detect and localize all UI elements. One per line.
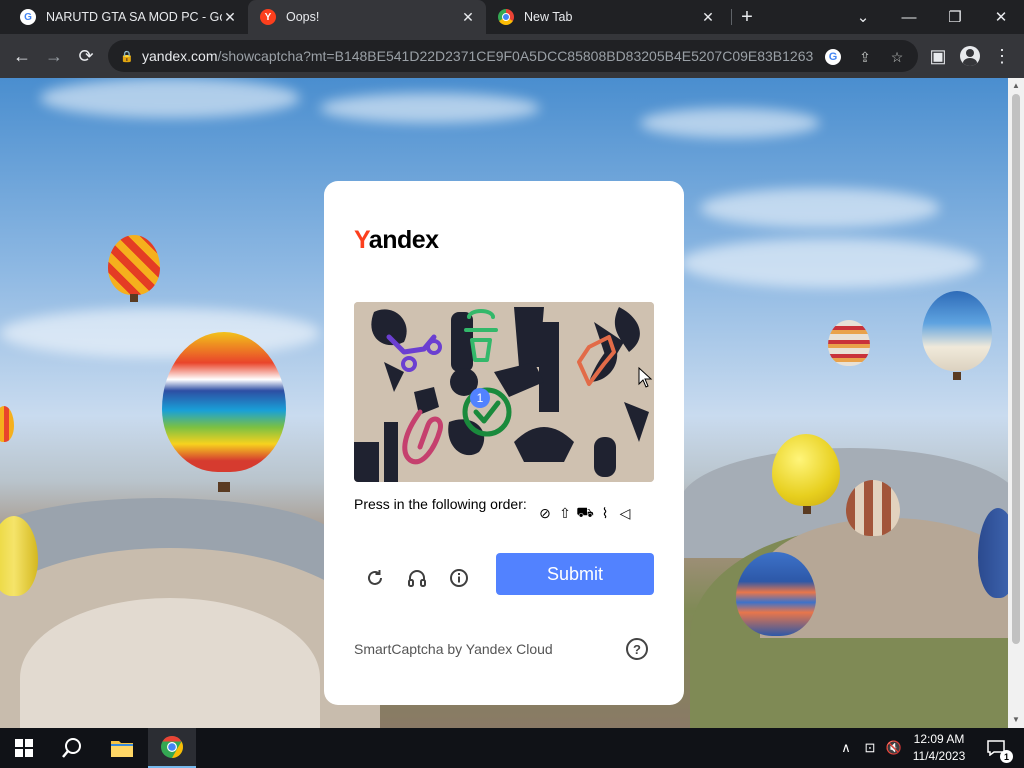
chrome-icon — [161, 736, 183, 758]
hot-air-balloon — [828, 320, 870, 366]
info-button[interactable] — [444, 563, 474, 593]
captcha-card: Yandex 1 Press in the following order: ⊘… — [324, 181, 684, 705]
search-button[interactable] — [48, 728, 96, 768]
cloud — [0, 308, 320, 358]
profile-button[interactable] — [956, 42, 984, 70]
page-scrollbar[interactable]: ▲ ▼ — [1008, 78, 1024, 728]
balloon-basket — [803, 506, 811, 514]
submit-button[interactable]: Submit — [496, 553, 654, 595]
hot-air-balloon — [736, 552, 816, 636]
folder-icon — [111, 741, 133, 757]
tab-title: New Tab — [524, 10, 573, 24]
hot-air-balloon — [922, 291, 992, 371]
restore-button[interactable]: ❐ — [932, 0, 978, 34]
refresh-icon — [368, 570, 382, 585]
share-icon[interactable]: ⇪ — [854, 46, 876, 68]
captcha-footer: SmartCaptcha by Yandex Cloud — [354, 641, 553, 657]
captcha-picture: 1 — [354, 302, 654, 482]
chrome-taskbar-button[interactable] — [148, 728, 196, 768]
balloon-basket — [218, 482, 230, 492]
bookmark-star-icon[interactable]: ☆ — [886, 46, 908, 68]
tab-strip: G NARUTD GTA SA MOD PC - Goo ✕ Y Oops! ✕… — [0, 0, 1024, 34]
close-tab-icon[interactable]: ✕ — [222, 9, 238, 25]
side-panel-button[interactable]: ▣ — [924, 42, 952, 70]
reload-button[interactable]: ⟳ — [72, 42, 100, 70]
lock-icon[interactable]: 🔒 — [120, 49, 134, 63]
paperclip-icon: ⌇ — [601, 504, 609, 521]
speaker-icon: ◁ — [619, 504, 631, 521]
back-button[interactable]: ← — [8, 42, 36, 70]
menu-button[interactable]: ⋮ — [988, 42, 1016, 70]
yandex-icon: Y — [260, 9, 276, 25]
notification-count-badge: 1 — [1000, 750, 1013, 763]
up-arrow-icon: ⇧ — [559, 504, 571, 521]
close-window-button[interactable]: ✕ — [978, 0, 1024, 34]
audio-button[interactable] — [402, 563, 432, 593]
tab-new-tab[interactable]: New Tab ✕ — [486, 0, 726, 34]
tab-title: Oops! — [286, 10, 320, 24]
url-path: /showcaptcha?mt=B148BE541D22D2371CE9F0A5… — [217, 48, 814, 64]
forward-button[interactable]: → — [40, 42, 68, 70]
cloud — [700, 188, 940, 228]
close-tab-icon[interactable]: ✕ — [700, 9, 716, 25]
file-explorer-button[interactable] — [98, 728, 146, 768]
search-icon — [62, 738, 81, 758]
clock-time: 12:09 AM — [913, 732, 965, 746]
balloon-basket — [953, 372, 961, 380]
google-icon: G — [20, 9, 36, 25]
profile-icon — [960, 46, 980, 66]
balloon-basket — [130, 294, 138, 302]
hot-air-balloon — [846, 480, 900, 536]
network-icon[interactable]: ⊡ — [860, 738, 880, 758]
stroller-icon: ⛟ — [576, 503, 594, 520]
cloud — [680, 238, 980, 288]
show-hidden-icons-button[interactable]: ∧ — [836, 738, 856, 758]
captcha-instruction: Press in the following order: — [354, 496, 527, 512]
new-tab-button[interactable]: + — [736, 6, 758, 28]
windows-logo-icon — [15, 739, 33, 757]
cloud — [320, 93, 540, 123]
refresh-button[interactable] — [360, 563, 390, 593]
info-icon — [450, 569, 468, 587]
hot-air-balloon — [0, 406, 14, 442]
tab-oops[interactable]: Y Oops! ✕ — [248, 0, 486, 34]
windows-taskbar: ∧ ⊡ 🔇 12:09 AM 11/4/2023 1 — [0, 728, 1024, 768]
cloud — [640, 108, 820, 138]
tab-title: NARUTD GTA SA MOD PC - Goo — [46, 10, 222, 24]
scroll-up-icon[interactable]: ▲ — [1012, 82, 1020, 90]
captcha-image[interactable]: 1 — [354, 302, 654, 482]
tab-naruto[interactable]: G NARUTD GTA SA MOD PC - Goo ✕ — [8, 0, 248, 34]
cloud — [40, 78, 300, 118]
url-text[interactable]: yandex.com/showcaptcha?mt=B148BE541D22D2… — [142, 48, 814, 64]
yandex-logo: Yandex — [354, 226, 439, 254]
google-icon: G — [825, 49, 841, 65]
minimize-button[interactable]: — — [886, 0, 932, 34]
scrollbar-thumb[interactable] — [1012, 94, 1020, 644]
tab-search-button[interactable]: ⌄ — [840, 0, 886, 34]
compass-icon: ⊘ — [539, 504, 551, 521]
hot-air-balloon — [772, 434, 840, 506]
chrome-icon — [498, 9, 514, 25]
start-button[interactable] — [0, 728, 48, 768]
tab-divider — [731, 9, 732, 25]
volume-muted-icon[interactable]: 🔇 — [884, 738, 904, 758]
hot-air-balloon — [108, 235, 160, 295]
address-bar[interactable]: 🔒 yandex.com/showcaptcha?mt=B148BE541D22… — [108, 40, 918, 72]
system-clock[interactable]: 12:09 AM 11/4/2023 — [904, 731, 974, 765]
hot-air-balloon — [162, 332, 286, 472]
browser-toolbar: ← → ⟳ 🔒 yandex.com/showcaptcha?mt=B148BE… — [0, 34, 1024, 78]
close-tab-icon[interactable]: ✕ — [460, 9, 476, 25]
click-marker-number: 1 — [477, 391, 484, 405]
clock-date: 11/4/2023 — [912, 749, 966, 763]
order-icons: ⊘ ⇧ ⛟ ⌇ ◁ — [536, 504, 636, 524]
help-button[interactable]: ? — [626, 638, 648, 660]
headphones-icon — [408, 570, 426, 587]
url-host: yandex.com — [142, 48, 218, 64]
google-lens-button[interactable]: G — [822, 46, 844, 68]
scroll-down-icon[interactable]: ▼ — [1012, 716, 1020, 724]
